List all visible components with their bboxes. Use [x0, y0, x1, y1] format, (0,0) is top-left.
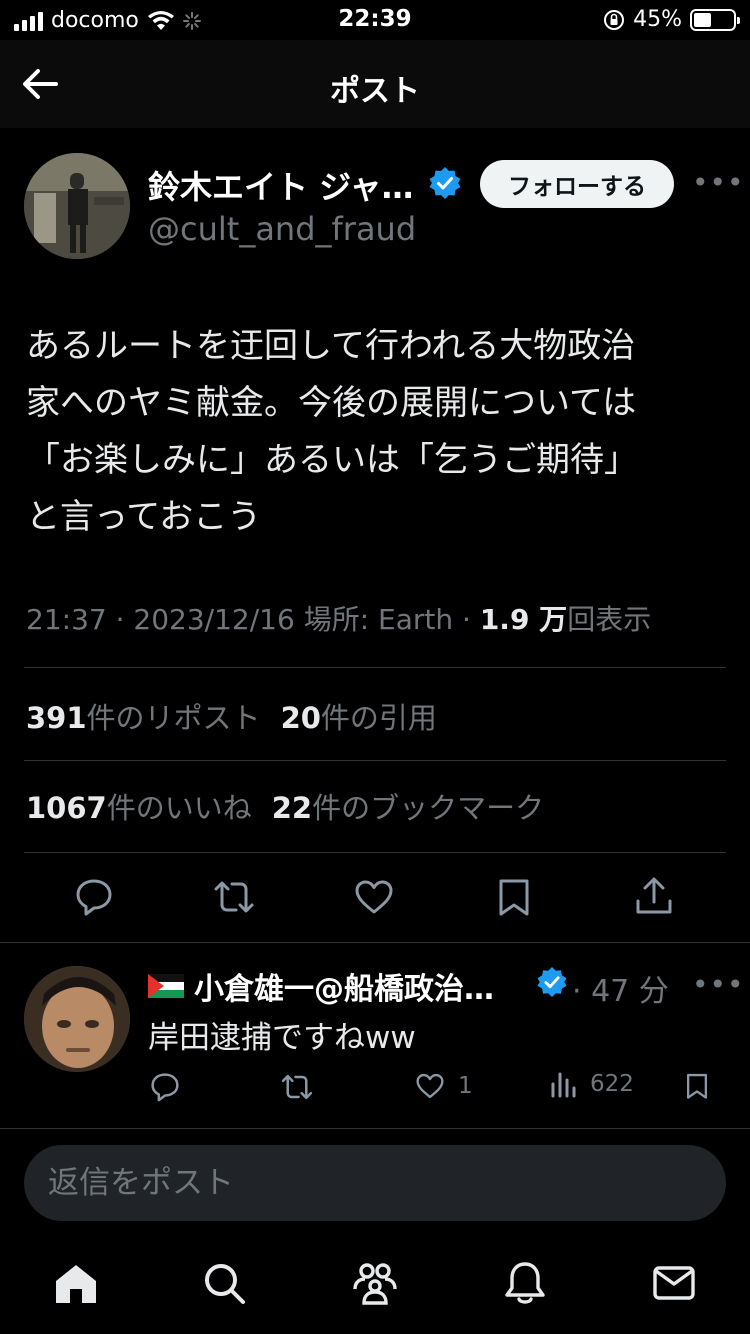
reply-icon — [151, 1073, 179, 1102]
notifications-icon[interactable] — [501, 1259, 549, 1307]
battery-percent: 45% — [633, 7, 682, 32]
quotes-link[interactable]: 20件の引用 — [281, 701, 437, 735]
bottom-tab-bar — [0, 1255, 750, 1315]
palestine-flag-icon — [148, 974, 184, 998]
verified-badge-icon — [429, 167, 461, 199]
avatar-photo — [24, 966, 130, 1072]
reply-reply-button[interactable] — [148, 1070, 182, 1104]
analytics-icon — [551, 1072, 576, 1098]
reply-more-options-icon[interactable]: ••• — [692, 968, 745, 1001]
search-icon[interactable] — [200, 1259, 248, 1307]
post-date: 2023/12/16 — [133, 603, 295, 636]
repost-icon — [281, 1074, 313, 1100]
quotes-count: 20 — [280, 701, 321, 735]
author-name[interactable]: 鈴木エイト ジャ… — [148, 162, 414, 208]
status-right: 45% — [603, 7, 740, 32]
divider — [0, 1128, 750, 1129]
battery-fill — [694, 12, 711, 27]
orientation-lock-icon — [604, 9, 625, 30]
verified-badge-icon — [537, 966, 567, 998]
post-time: 21:37 — [26, 603, 107, 636]
divider — [24, 667, 726, 668]
reply-views-button[interactable]: 622 — [550, 1070, 634, 1098]
post-text-line: あるルートを迂回して行われる大物政治 — [26, 326, 636, 366]
like-icon[interactable] — [352, 875, 396, 919]
reply-icon[interactable] — [72, 875, 116, 919]
bookmarks-count: 22 — [271, 791, 313, 825]
bookmarks-link[interactable]: 22件のブックマーク — [272, 791, 544, 825]
reply-timestamp: · 47 分 — [572, 974, 669, 1009]
post-action-bar — [0, 875, 750, 927]
reply-author-name[interactable]: 小倉雄一@船橋政治… — [148, 964, 494, 1008]
reply-text: 岸田逮捕ですねww — [148, 1020, 416, 1056]
bookmark-icon[interactable] — [492, 875, 536, 919]
home-icon[interactable] — [52, 1259, 100, 1307]
divider — [0, 942, 750, 943]
reply-like-count: 1 — [458, 1073, 473, 1099]
more-options-icon[interactable]: ••• — [692, 166, 745, 199]
reply-bookmark-button[interactable] — [682, 1070, 712, 1102]
communities-icon[interactable] — [351, 1259, 399, 1307]
likes-label: 件のいいね — [106, 791, 252, 825]
reply-action-bar: 1 622 — [0, 1070, 750, 1110]
divider — [24, 852, 726, 853]
post-text-line: と言っておこう — [26, 497, 262, 537]
post-text: あるルートを迂回して行われる大物政治 家へのヤミ献金。今後の展開については 「お… — [26, 318, 726, 546]
reply-author-name-text: 小倉雄一@船橋政治… — [194, 972, 494, 1007]
repost-icon[interactable] — [212, 875, 256, 919]
post-meta: 21:37 · 2023/12/16 場所: Earth · 1.9 万回表示 — [26, 598, 651, 638]
reply-views-count: 622 — [590, 1071, 634, 1097]
avatar-photo — [24, 153, 130, 259]
likes-link[interactable]: 1067件のいいね — [26, 791, 252, 825]
bookmark-icon — [686, 1073, 708, 1099]
author-avatar[interactable] — [24, 153, 130, 259]
nav-header: ポスト — [0, 40, 750, 128]
battery-icon — [690, 8, 740, 31]
status-bar: docomo 22:39 45% — [0, 0, 750, 40]
like-icon — [416, 1073, 444, 1099]
likes-count: 1067 — [26, 791, 107, 825]
reply-composer-input[interactable] — [24, 1145, 726, 1221]
messages-icon[interactable] — [650, 1259, 698, 1307]
post-views-label: 回表示 — [567, 603, 652, 636]
reposts-label: 件のリポスト — [86, 701, 261, 735]
repost-quote-stats: 391件のリポスト 20件の引用 — [26, 695, 437, 737]
post-text-line: 家へのヤミ献金。今後の展開については — [26, 383, 637, 423]
post-views-count: 1.9 万 — [479, 603, 568, 636]
meta-separator: · — [453, 603, 480, 636]
quotes-label: 件の引用 — [320, 701, 437, 735]
page-title: ポスト — [330, 74, 420, 109]
author-handle[interactable]: @cult_and_fraud — [148, 210, 416, 248]
reply-like-button[interactable]: 1 — [414, 1070, 473, 1102]
reply-author-avatar[interactable] — [24, 966, 130, 1072]
post-text-line: 「お楽しみに」あるいは「乞うご期待」 — [26, 440, 638, 480]
follow-button[interactable]: フォローする — [480, 160, 674, 208]
divider — [24, 760, 726, 761]
share-icon[interactable] — [632, 875, 676, 919]
reposts-count: 391 — [26, 701, 87, 735]
bookmarks-label: 件のブックマーク — [312, 791, 545, 825]
post-location[interactable]: 場所: Earth — [304, 603, 453, 636]
reposts-link[interactable]: 391件のリポスト — [26, 701, 261, 735]
reply-repost-button[interactable] — [280, 1070, 314, 1104]
meta-separator: · — [106, 603, 134, 636]
like-bookmark-stats: 1067件のいいね 22件のブックマーク — [26, 785, 544, 827]
